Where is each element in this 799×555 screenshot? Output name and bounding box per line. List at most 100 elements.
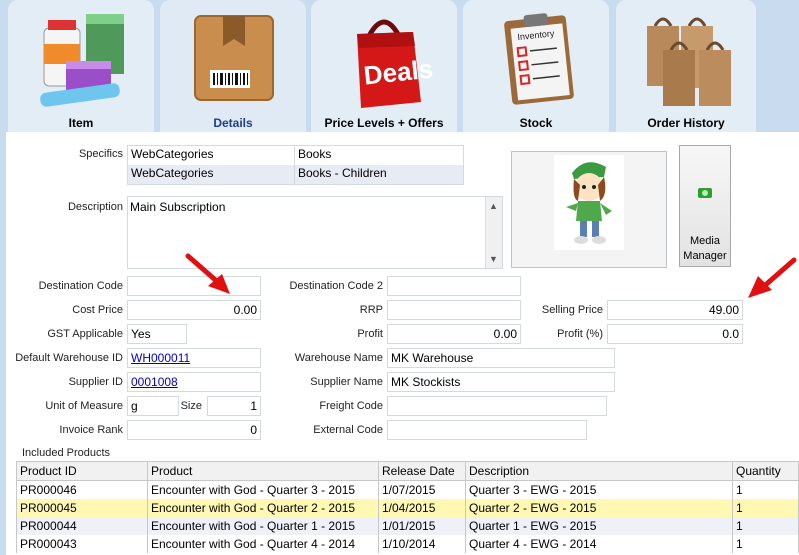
included-products-label: Included Products — [22, 447, 111, 459]
tab-item[interactable]: Item — [8, 0, 154, 132]
cell-quantity: 1 — [732, 499, 799, 517]
default-warehouse-id-link[interactable]: WH000011 — [131, 351, 190, 365]
description-label: Description — [67, 201, 123, 213]
rrp-label: RRP — [359, 304, 383, 316]
default-warehouse-id-label: Default Warehouse ID — [15, 352, 123, 364]
profit-label: Profit — [357, 328, 383, 340]
supplier-name-label: Supplier Name — [310, 376, 383, 388]
cell-product: Encounter with God - Quarter 4 - 2014 — [147, 535, 379, 553]
tab-price-levels-label: Price Levels + Offers — [324, 116, 444, 130]
media-manager-label-1: Media — [690, 235, 720, 247]
table-row[interactable]: PR000043 Encounter with God - Quarter 4 … — [16, 535, 799, 553]
cartoon-child-icon — [566, 162, 612, 244]
tab-price-levels[interactable]: Deals Price Levels + Offers — [311, 0, 457, 132]
cost-price-field[interactable]: 0.00 — [127, 300, 261, 320]
cell-product: Encounter with God - Quarter 3 - 2015 — [147, 480, 379, 499]
deals-bag-icon: Deals — [357, 19, 434, 108]
specifics-value: Books — [298, 147, 332, 161]
cell-release-date: 1/10/2014 — [378, 535, 466, 553]
supplier-id-field[interactable]: 0001008 — [127, 372, 261, 392]
product-image-frame[interactable] — [511, 151, 667, 268]
table-row-selected[interactable]: PR000045 Encounter with God - Quarter 2 … — [16, 499, 799, 517]
cell-quantity: 1 — [732, 517, 799, 535]
cell-product-id: PR000044 — [16, 517, 148, 535]
cell-quantity: 1 — [732, 480, 799, 499]
gst-applicable-field[interactable]: Yes — [127, 324, 187, 344]
cell-release-date: 1/04/2015 — [378, 499, 466, 517]
specifics-category: WebCategories — [131, 166, 214, 180]
default-warehouse-id-field[interactable]: WH000011 — [127, 348, 261, 368]
unit-of-measure-field[interactable]: g — [127, 396, 179, 416]
specifics-value: Books - Children — [298, 166, 387, 180]
column-header-product[interactable]: Product — [147, 461, 379, 481]
tab-order-history[interactable]: Order History — [616, 0, 756, 132]
scroll-up-icon[interactable]: ▲ — [489, 201, 498, 211]
cost-price-label: Cost Price — [72, 304, 123, 316]
column-header-description[interactable]: Description — [465, 461, 733, 481]
freight-code-label: Freight Code — [319, 400, 383, 412]
box-icon — [194, 15, 274, 101]
specifics-label: Specifics — [78, 148, 123, 160]
tab-details-label: Details — [213, 116, 253, 130]
shopping-bags-icon — [647, 17, 731, 106]
rrp-field[interactable] — [387, 300, 521, 320]
annotation-arrow-selling-price — [748, 257, 797, 298]
cell-description: Quarter 2 - EWG - 2015 — [465, 499, 733, 517]
size-field[interactable]: 1 — [207, 396, 261, 416]
scroll-down-icon[interactable]: ▼ — [489, 254, 498, 264]
camera-icon — [698, 188, 712, 198]
tab-stock[interactable]: Inventory Stock — [463, 0, 609, 132]
gst-applicable-label: GST Applicable — [47, 328, 123, 340]
table-header-row: Product ID Product Release Date Descript… — [16, 461, 799, 481]
column-header-release-date[interactable]: Release Date — [378, 461, 466, 481]
selling-price-label: Selling Price — [541, 304, 603, 316]
cell-product-id: PR000045 — [16, 499, 148, 517]
inventory-clipboard-icon: Inventory — [504, 13, 574, 105]
media-manager-label-2: Manager — [683, 250, 727, 262]
tab-details[interactable]: Details — [160, 0, 306, 132]
cell-product: Encounter with God - Quarter 1 - 2015 — [147, 517, 379, 535]
external-code-label: External Code — [313, 424, 383, 436]
supplier-id-link[interactable]: 0001008 — [131, 375, 178, 389]
annotation-arrow-cost-price — [185, 253, 230, 294]
cell-description: Quarter 3 - EWG - 2015 — [465, 480, 733, 499]
cell-description: Quarter 4 - EWG - 2014 — [465, 535, 733, 553]
tab-bar: Item Details Deals Price Levels + Offers — [0, 0, 799, 132]
cell-product-id: PR000043 — [16, 535, 148, 553]
cell-release-date: 1/07/2015 — [378, 480, 466, 499]
cell-quantity: 1 — [732, 535, 799, 553]
cell-product: Encounter with God - Quarter 2 - 2015 — [147, 499, 379, 517]
column-header-quantity[interactable]: Quantity — [732, 461, 799, 481]
tab-item-label: Item — [68, 116, 94, 130]
table-row[interactable]: PR000046 Encounter with God - Quarter 3 … — [16, 480, 799, 499]
destination-code-2-field[interactable] — [387, 276, 521, 296]
unit-of-measure-label: Unit of Measure — [45, 400, 123, 412]
tab-order-history-label: Order History — [647, 116, 725, 130]
tab-stock-label: Stock — [519, 116, 553, 130]
product-image — [554, 155, 624, 250]
warehouse-name-label: Warehouse Name — [294, 352, 383, 364]
profit-pct-label: Profit (%) — [557, 328, 603, 340]
profit-pct-field[interactable]: 0.0 — [607, 324, 743, 344]
supplier-id-label: Supplier ID — [68, 376, 123, 388]
media-manager-button[interactable]: Media Manager — [679, 145, 731, 267]
specifics-category: WebCategories — [131, 147, 214, 161]
invoice-rank-label: Invoice Rank — [59, 424, 123, 436]
destination-code-label: Destination Code — [38, 280, 123, 292]
description-text: Main Subscription — [130, 200, 226, 214]
table-row[interactable]: PR000044 Encounter with God - Quarter 1 … — [16, 517, 799, 535]
products-icon — [40, 14, 124, 107]
svg-text:Deals: Deals — [362, 53, 434, 90]
cell-release-date: 1/01/2015 — [378, 517, 466, 535]
warehouse-name-field[interactable]: MK Warehouse — [387, 348, 615, 368]
cell-description: Quarter 1 - EWG - 2015 — [465, 517, 733, 535]
description-scrollbar[interactable]: ▲ ▼ — [485, 197, 502, 268]
invoice-rank-field[interactable]: 0 — [127, 420, 261, 440]
profit-field[interactable]: 0.00 — [387, 324, 521, 344]
column-header-product-id[interactable]: Product ID — [16, 461, 148, 481]
freight-code-field[interactable] — [387, 396, 607, 416]
supplier-name-field[interactable]: MK Stockists — [387, 372, 615, 392]
selling-price-field[interactable]: 49.00 — [607, 300, 743, 320]
destination-code-2-label: Destination Code 2 — [289, 280, 383, 292]
external-code-field[interactable] — [387, 420, 587, 440]
